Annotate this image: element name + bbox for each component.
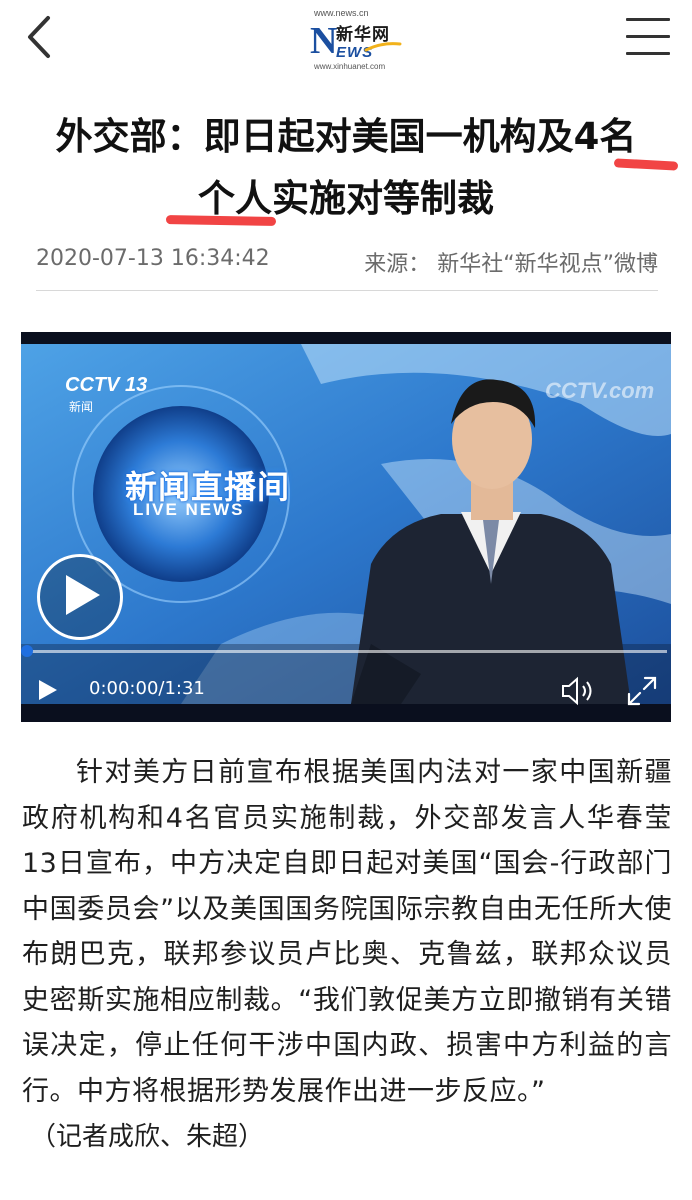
meta-divider — [36, 290, 658, 291]
reporter-credit: （记者成欣、朱超） — [30, 1122, 265, 1152]
title-part-2: 实施对等制裁 — [272, 177, 494, 220]
logo-url-bottom: www.xinhuanet.com — [314, 62, 386, 71]
video-time: 0:00:00/1:31 — [89, 678, 205, 699]
big-play-button[interactable] — [37, 554, 123, 640]
cctv-channel-logo: CCTV 13 — [65, 374, 148, 396]
progress-bar[interactable] — [27, 650, 667, 653]
play-icon — [66, 575, 100, 615]
video-player[interactable]: CCTV 13 新闻 CCTV.com 新闻直播间 LIVE NEWS 0:00… — [21, 332, 671, 722]
article-source: 来源： 新华社“新华视点”微博 — [364, 252, 658, 277]
publish-date: 2020-07-13 16:34:42 — [36, 246, 270, 271]
logo-swoosh-icon — [364, 42, 402, 52]
title-part-geren: 个人 — [198, 177, 272, 220]
cctv-channel-sub: 新闻 — [69, 400, 94, 414]
xinhua-news-logo[interactable]: www.news.cn N 新华网 EWS www.xinhuanet.com — [306, 8, 406, 71]
top-nav-bar: www.news.cn N 新华网 EWS www.xinhuanet.com — [0, 0, 692, 82]
title-part-4ming: 4名 — [573, 115, 637, 158]
progress-knob[interactable] — [21, 645, 33, 657]
hamburger-menu-icon[interactable] — [626, 18, 672, 58]
article-paragraph: 针对美方日前宣布根据美国内法对一家中国新疆政府机构和4名官员实施制裁，外交部发言… — [22, 757, 672, 1107]
article-meta: 2020-07-13 16:34:42 来源： 新华社“新华视点”微博 — [36, 246, 658, 282]
article-title: 外交部：即日起对美国一机构及4名 个人实施对等制裁 — [14, 106, 678, 230]
article-body: 针对美方日前宣布根据美国内法对一家中国新疆政府机构和4名官员实施制裁，外交部发言… — [22, 750, 672, 1114]
cctv-watermark: CCTV.com — [545, 378, 655, 403]
back-icon[interactable] — [22, 14, 58, 60]
title-part-1: 外交部：即日起对美国一机构及 — [55, 115, 574, 158]
volume-icon[interactable] — [561, 676, 597, 706]
program-name-en: LIVE NEWS — [133, 500, 245, 519]
logo-url-top: www.news.cn — [314, 8, 369, 18]
fullscreen-icon[interactable] — [627, 676, 657, 706]
control-play-icon[interactable] — [37, 678, 59, 702]
logo-letter-n: N — [310, 20, 338, 62]
